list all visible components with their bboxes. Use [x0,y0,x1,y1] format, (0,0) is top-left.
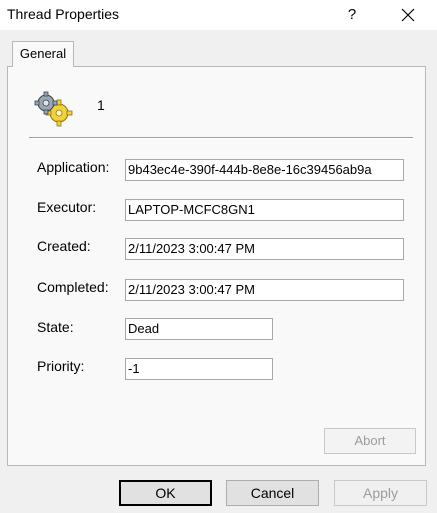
cancel-button[interactable]: Cancel [226,480,319,506]
tab-general[interactable]: General [12,41,74,67]
thread-id: 1 [97,97,105,113]
ok-button[interactable]: OK [119,480,212,506]
completed-label: Completed: [37,279,109,295]
window-title: Thread Properties [7,6,120,22]
gears-icon [34,91,73,127]
state-label: State: [37,319,74,335]
close-button[interactable] [393,0,423,30]
completed-field[interactable]: 2/11/2023 3:00:47 PM [125,279,404,301]
priority-label: Priority: [37,358,85,374]
priority-field[interactable]: -1 [125,358,273,380]
created-label: Created: [37,238,91,254]
application-label: Application: [37,159,110,175]
help-button[interactable]: ? [337,0,367,30]
executor-field[interactable]: LAPTOP-MCFC8GN1 [125,199,404,221]
close-icon [401,8,415,22]
title-bar: Thread Properties ? [0,0,437,30]
executor-label: Executor: [37,199,97,215]
separator [29,137,413,139]
abort-button[interactable]: Abort [324,428,416,454]
apply-button[interactable]: Apply [334,480,427,506]
created-field[interactable]: 2/11/2023 3:00:47 PM [125,238,404,260]
general-panel: 1 Application: 9b43ec4e-390f-444b-8e8e-1… [7,66,426,466]
state-field[interactable]: Dead [125,318,273,340]
application-field[interactable]: 9b43ec4e-390f-444b-8e8e-16c39456ab9a [125,159,404,181]
